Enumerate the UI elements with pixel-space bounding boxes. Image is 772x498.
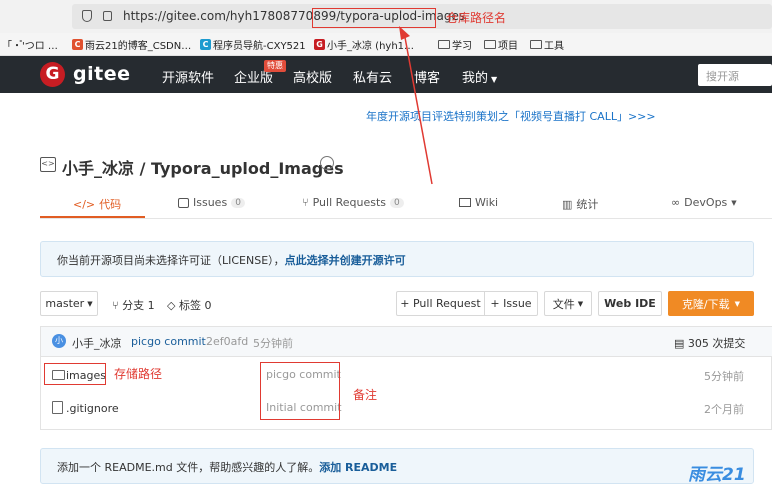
infinity-icon: ∞	[671, 196, 681, 209]
annotation-remark: 备注	[353, 388, 378, 402]
caret-down-icon: ▼	[87, 299, 93, 308]
tabs-divider	[40, 218, 772, 219]
branch-icon: ⑂	[112, 299, 123, 312]
caret-down-icon: ▼	[734, 299, 741, 308]
clone-download-button[interactable]: 克隆/下载 ▼	[668, 291, 754, 316]
file-menu-button[interactable]: 文件 ▼	[544, 291, 592, 316]
file-icon	[52, 401, 63, 414]
annotation-arrow	[399, 26, 433, 185]
tab-code[interactable]: </> 代码	[73, 196, 121, 212]
tag-icon: ◇	[167, 299, 179, 312]
bookmarks-bar: 「・゚'つロ … C 雨云21的博客_CSDN… C 程序员导航-CXY521 G小…	[0, 33, 772, 56]
chart-icon: ▥	[562, 197, 573, 211]
gitee-logo-text[interactable]: gitee	[73, 63, 130, 85]
tab-pull-requests[interactable]: ⑂ Pull Requests 0	[302, 196, 404, 209]
repo-code-icon: <>	[40, 157, 56, 172]
caret-down-icon: ▼	[577, 299, 584, 308]
nav-mine[interactable]: 我的 ▼	[462, 67, 497, 86]
shield-icon	[82, 10, 92, 22]
commit-author[interactable]: 小手_冰凉	[72, 335, 122, 351]
file-commit-time: 5分钟前	[704, 370, 744, 383]
branches-link[interactable]: ⑂ 分支 1	[112, 297, 155, 313]
annotation-storage-path: 存储路径	[114, 367, 163, 381]
tags-link[interactable]: ◇ 标签 0	[167, 297, 211, 313]
bookmark-item[interactable]: C 程序员导航-CXY521	[200, 37, 306, 52]
total-commits-link[interactable]: ▤ 305 次提交	[674, 335, 745, 351]
web-ide-button[interactable]: Web IDE	[598, 291, 662, 316]
folder-icon	[530, 40, 542, 49]
caret-down-icon: ▼	[731, 198, 737, 207]
commit-hash[interactable]: 2ef0afd	[206, 335, 248, 348]
commit-message-link[interactable]: picgo commit	[131, 335, 206, 348]
bookmark-item[interactable]: C 雨云21的博客_CSDN…	[72, 37, 191, 52]
new-issue-button[interactable]: + Issue	[484, 291, 538, 316]
images-folder-highlight	[44, 363, 106, 385]
nav-open-source[interactable]: 开源软件	[162, 67, 214, 86]
issues-icon	[178, 197, 189, 208]
folder-icon	[484, 40, 496, 49]
license-notice: 你当前开源项目尚未选择许可证（LICENSE），点此选择并创建开源许可	[40, 241, 754, 277]
repo-title[interactable]: 小手_冰凉 / Typora_uplod_Images	[62, 155, 344, 179]
tab-wiki[interactable]: Wiki	[459, 196, 498, 209]
bookmark-folder[interactable]: 学习	[438, 37, 472, 52]
bookmark-folder[interactable]: 工具	[530, 37, 564, 52]
lock-icon	[103, 11, 112, 21]
create-license-link[interactable]: 点此选择并创建开源许可	[285, 254, 406, 267]
tab-stats[interactable]: ▥ 统计	[562, 196, 598, 212]
site-search-input[interactable]: 搜开源	[698, 64, 772, 86]
csdn-icon: C	[72, 39, 83, 50]
tab-issues[interactable]: Issues 0	[178, 196, 245, 209]
promo-badge: 特惠	[264, 60, 286, 72]
commits-icon: ▤	[674, 337, 688, 350]
avatar[interactable]: 小	[52, 334, 66, 348]
nav-education[interactable]: 高校版	[293, 67, 332, 86]
branch-select[interactable]: master ▼	[40, 291, 98, 316]
nav-private-cloud[interactable]: 私有云	[353, 67, 392, 86]
wiki-icon	[459, 198, 471, 207]
tab-devops[interactable]: ∞ DevOps ▼	[671, 196, 737, 209]
bookmark-folder[interactable]: 项目	[484, 37, 518, 52]
watermark: 雨云21	[688, 465, 746, 485]
new-pull-request-button[interactable]: + Pull Request	[396, 291, 485, 316]
gitee-logo-icon[interactable]: G	[40, 62, 65, 87]
bookmark-item[interactable]: 「・゚'つロ …	[2, 37, 58, 52]
add-readme-link[interactable]: 添加 README	[319, 461, 397, 474]
repo-settings-icon[interactable]	[320, 156, 334, 170]
file-name-link[interactable]: .gitignore	[66, 402, 119, 415]
gitee-icon: G	[314, 39, 325, 50]
commit-message-highlight	[260, 362, 340, 420]
commit-time: 5分钟前	[253, 337, 293, 350]
caret-down-icon: ▼	[491, 75, 498, 84]
readme-notice: 添加一个 README.md 文件，帮助感兴趣的人了解。添加 README	[40, 448, 754, 484]
site-header: G gitee 开源软件 企业版 特惠 高校版 私有云 博客 我的 ▼	[0, 56, 772, 93]
folder-icon	[438, 40, 450, 49]
annotation-repo-name: 仓库路径名	[446, 11, 507, 25]
pull-request-icon: ⑂	[302, 196, 309, 209]
code-icon: </>	[73, 197, 96, 211]
file-commit-time: 2个月前	[704, 403, 744, 416]
cxy-icon: C	[200, 39, 211, 50]
